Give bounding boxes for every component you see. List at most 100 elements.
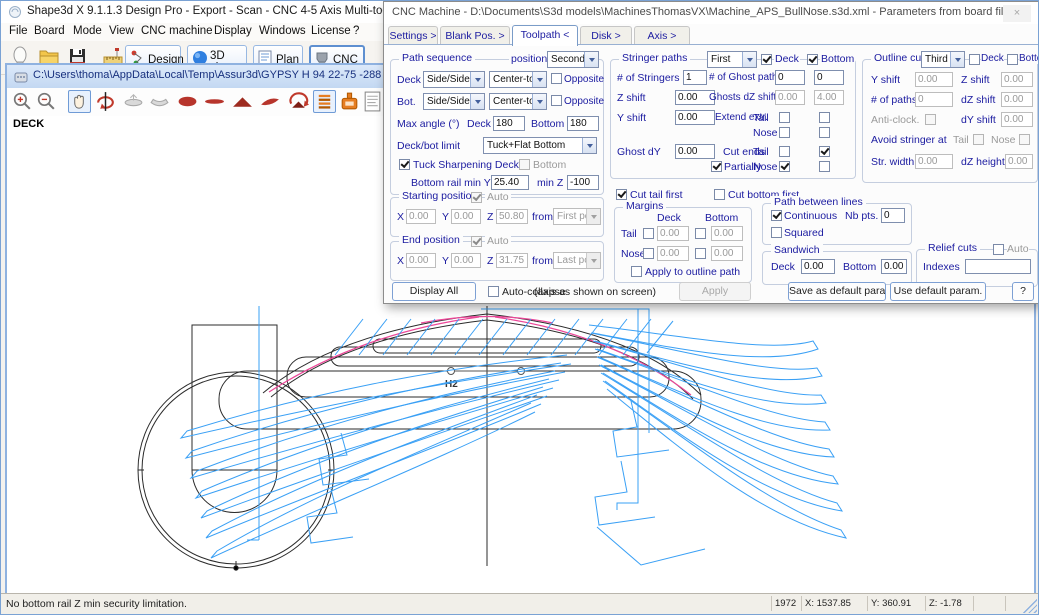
margin-tail-deck-field[interactable]: 0.00 <box>657 226 689 241</box>
min-z-field[interactable]: -100 <box>567 175 599 190</box>
ghost-paths-bottom-field[interactable]: 0 <box>814 70 844 85</box>
use-default-button[interactable]: Use default param. <box>890 282 986 301</box>
ghost-paths-deck-field[interactable]: 0 <box>775 70 805 85</box>
anti-clock-checkbox[interactable] <box>925 114 936 125</box>
rotate-view-icon[interactable] <box>94 90 117 113</box>
margin-tail-bottom-checkbox[interactable] <box>695 228 706 239</box>
tuck-sharpening-checkbox[interactable] <box>399 159 410 170</box>
partially-checkbox[interactable] <box>711 161 722 172</box>
start-y-field[interactable]: 0.00 <box>451 209 481 224</box>
cut-ends-nose-bottom-checkbox[interactable] <box>819 161 830 172</box>
start-x-field[interactable]: 0.00 <box>406 209 436 224</box>
max-angle-bottom-field[interactable]: 180 <box>567 116 599 131</box>
bot-direction-dropdown[interactable]: Center-to- <box>489 93 547 110</box>
machine-sim-icon[interactable] <box>338 90 361 113</box>
extend-tail-bottom-checkbox[interactable] <box>819 112 830 123</box>
menu-help[interactable]: ? <box>353 25 359 37</box>
y-shift-field[interactable]: 0.00 <box>675 110 715 125</box>
outline-dy-field[interactable]: 0.00 <box>1001 112 1033 127</box>
sandwich-deck-field[interactable]: 0.00 <box>801 259 835 274</box>
tab-settings[interactable]: Settings > <box>388 26 438 45</box>
squared-checkbox[interactable] <box>771 227 782 238</box>
stringer-deck-checkbox[interactable] <box>761 54 772 65</box>
cut-ends-tail-deck-checkbox[interactable] <box>779 146 790 157</box>
outline-paths-field[interactable]: 0 <box>915 92 953 107</box>
outline-bottom-checkbox[interactable] <box>1007 54 1018 65</box>
end-auto-checkbox[interactable] <box>471 236 482 247</box>
end-y-field[interactable]: 0.00 <box>451 253 481 268</box>
num-stringers-field[interactable]: 1 <box>683 70 707 85</box>
save-default-button[interactable]: Save as default param. <box>788 282 886 301</box>
position-dropdown[interactable]: Second <box>547 51 599 68</box>
start-from-dropdown[interactable]: First point <box>553 208 601 225</box>
nb-pts-field[interactable]: 0 <box>881 208 905 223</box>
menu-file[interactable]: File <box>9 25 28 37</box>
margin-nose-deck-field[interactable]: 0.00 <box>657 246 689 261</box>
tab-blank-pos[interactable]: Blank Pos. > <box>440 26 510 45</box>
menu-windows[interactable]: Windows <box>259 25 306 37</box>
menu-view[interactable]: View <box>109 25 134 37</box>
deck-opposite-checkbox[interactable] <box>551 73 562 84</box>
cut-tail-first-checkbox[interactable] <box>616 189 627 200</box>
end-from-dropdown[interactable]: Last point <box>553 252 601 269</box>
ghosts-dz-bottom-field[interactable]: 4.00 <box>814 90 844 105</box>
apply-outline-checkbox[interactable] <box>631 266 642 277</box>
deck-direction-dropdown[interactable]: Center-to- <box>489 71 547 88</box>
tab-toolpath[interactable]: Toolpath < <box>512 25 578 46</box>
menu-license[interactable]: License <box>311 25 351 37</box>
dz-height-field[interactable]: 0.00 <box>1005 154 1033 169</box>
pan-hand-icon[interactable] <box>68 90 91 113</box>
resize-grip[interactable] <box>1023 599 1037 613</box>
outline-view-icon[interactable] <box>176 90 199 113</box>
flip-board-icon[interactable] <box>148 90 171 113</box>
perspective-view-icon[interactable] <box>258 90 281 113</box>
cut-bottom-first-checkbox[interactable] <box>714 189 725 200</box>
rotate-board-icon[interactable] <box>287 90 310 113</box>
profile-view-icon[interactable] <box>203 90 226 113</box>
close-icon[interactable]: × <box>1003 5 1031 22</box>
bot-mode-dropdown[interactable]: Side/Side <box>423 93 485 110</box>
menu-mode[interactable]: Mode <box>73 25 102 37</box>
margin-nose-bottom-field[interactable]: 0.00 <box>711 246 743 261</box>
extend-nose-deck-checkbox[interactable] <box>779 127 790 138</box>
relief-auto-checkbox[interactable] <box>993 244 1004 255</box>
display-all-button[interactable]: Display All <box>392 282 476 301</box>
end-x-field[interactable]: 0.00 <box>406 253 436 268</box>
start-z-field[interactable]: 50.80 <box>496 209 528 224</box>
section-view-icon[interactable] <box>231 90 254 113</box>
move-board-icon[interactable] <box>122 90 145 113</box>
cut-ends-tail-bottom-checkbox[interactable] <box>819 146 830 157</box>
extend-nose-bottom-checkbox[interactable] <box>819 127 830 138</box>
outline-y-shift-field[interactable]: 0.00 <box>915 72 953 87</box>
bot-opposite-checkbox[interactable] <box>551 95 562 106</box>
apply-button[interactable]: Apply <box>679 282 751 301</box>
avoid-nose-checkbox[interactable] <box>1019 134 1030 145</box>
menu-display[interactable]: Display <box>214 25 252 37</box>
indexes-field[interactable] <box>965 259 1031 274</box>
deck-mode-dropdown[interactable]: Side/Side <box>423 71 485 88</box>
starting-auto-checkbox[interactable] <box>471 192 482 203</box>
toolpath-lines-icon[interactable] <box>313 90 336 113</box>
auto-collapse-checkbox[interactable] <box>488 286 499 297</box>
menu-board[interactable]: Board <box>34 25 65 37</box>
tab-axis[interactable]: Axis > <box>634 26 690 45</box>
bottom-rail-min-y-field[interactable]: 25.40 <box>491 175 529 190</box>
help-button[interactable]: ? <box>1012 282 1034 301</box>
ghost-dy-field[interactable]: 0.00 <box>675 144 715 159</box>
stringer-order-dropdown[interactable]: First <box>707 51 757 68</box>
sandwich-bottom-field[interactable]: 0.00 <box>881 259 907 274</box>
cut-ends-nose-deck-checkbox[interactable] <box>779 161 790 172</box>
margin-nose-bottom-checkbox[interactable] <box>695 248 706 259</box>
zoom-out-icon[interactable] <box>35 90 58 113</box>
max-angle-deck-field[interactable]: 180 <box>493 116 525 131</box>
margin-tail-bottom-field[interactable]: 0.00 <box>711 226 743 241</box>
outline-dz-field[interactable]: 0.00 <box>1001 92 1033 107</box>
zoom-in-icon[interactable] <box>11 90 34 113</box>
deck-bot-limit-dropdown[interactable]: Tuck+Flat Bottom <box>483 137 597 154</box>
margin-nose-deck-checkbox[interactable] <box>643 248 654 259</box>
str-width-field[interactable]: 0.00 <box>915 154 953 169</box>
outline-z-shift-field[interactable]: 0.00 <box>1001 72 1033 87</box>
avoid-tail-checkbox[interactable] <box>973 134 984 145</box>
outline-order-dropdown[interactable]: Third <box>921 51 965 68</box>
outline-deck-checkbox[interactable] <box>969 54 980 65</box>
